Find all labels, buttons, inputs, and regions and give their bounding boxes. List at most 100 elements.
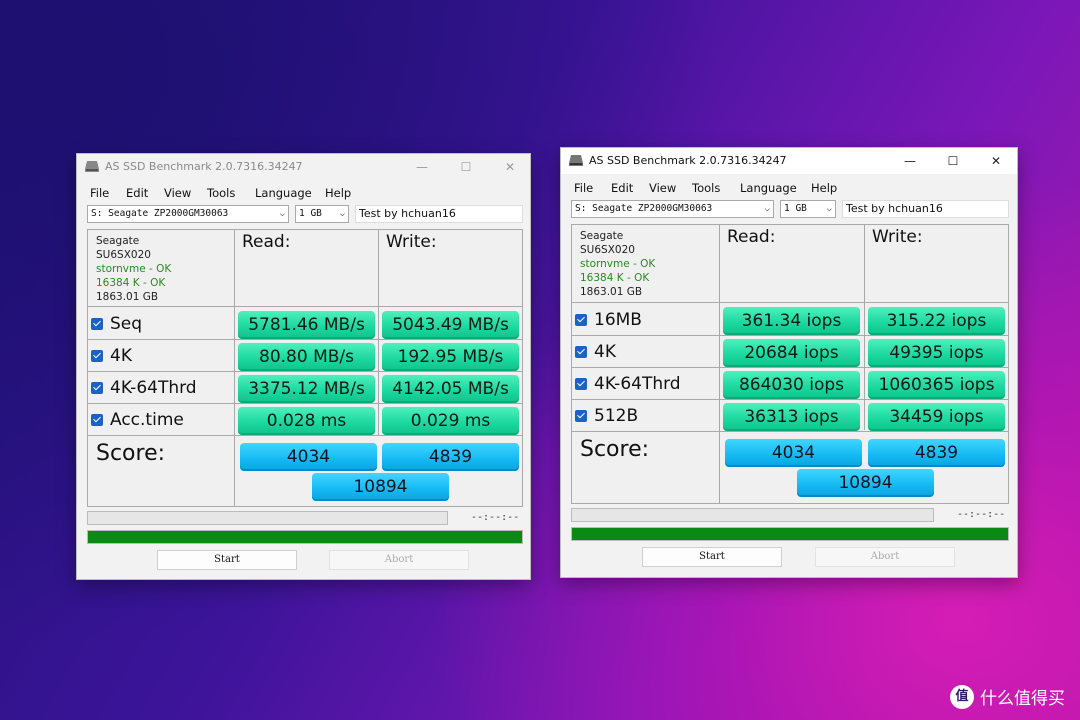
start-button[interactable]: Start: [642, 547, 782, 567]
write-result-4k-64thrd: 4142.05 MB/s: [382, 375, 519, 403]
drive-select[interactable]: S: Seagate ZP2000GM30063 ⌵: [87, 205, 289, 223]
test-name-input[interactable]: Test by hchuan16: [355, 205, 523, 223]
test-label: 4K: [594, 342, 616, 362]
test-label: 512B: [594, 406, 639, 426]
test-checkbox-16mb[interactable]: 16MB: [575, 305, 642, 335]
read-result-4k: 80.80 MB/s: [238, 343, 375, 371]
test-checkbox-acc-time[interactable]: Acc.time: [91, 405, 184, 435]
total-score: 10894: [312, 473, 449, 501]
menu-file[interactable]: File: [90, 186, 109, 200]
drive-icon: [569, 155, 583, 166]
close-button[interactable]: ✕: [985, 152, 1007, 170]
drive-capacity: 1863.01 GB: [580, 286, 643, 298]
menu-language[interactable]: Language: [740, 181, 797, 195]
close-button[interactable]: ✕: [499, 158, 521, 176]
menu-bar: File Edit View Tools Language Help: [561, 178, 1017, 198]
menu-language[interactable]: Language: [255, 186, 312, 200]
test-label: 4K-64Thrd: [594, 374, 681, 394]
test-checkbox-512b[interactable]: 512B: [575, 401, 638, 431]
elapsed-time: --:--:--: [471, 512, 520, 523]
write-result-4k-64thrd: 1060365 iops: [868, 371, 1005, 399]
drive-vendor: Seagate: [96, 235, 140, 247]
menu-tools[interactable]: Tools: [692, 181, 720, 195]
menu-tools[interactable]: Tools: [207, 186, 235, 200]
drive-select[interactable]: S: Seagate ZP2000GM30063 ⌵: [571, 200, 774, 218]
drive-firmware: SU6SX020: [96, 249, 151, 261]
drive-select-value: S: Seagate ZP2000GM30063: [91, 208, 229, 219]
minimize-button[interactable]: —: [899, 152, 921, 170]
checkbox-checked-icon: [91, 350, 103, 362]
driver-status: stornvme - OK: [96, 263, 172, 275]
alignment-status: 16384 K - OK: [96, 277, 166, 289]
write-header: Write:: [386, 232, 437, 252]
overall-progress-bar: [571, 527, 1009, 541]
minimize-button[interactable]: —: [411, 158, 433, 176]
drive-firmware: SU6SX020: [580, 244, 635, 256]
read-result-acc-time: 0.028 ms: [238, 407, 375, 435]
checkbox-checked-icon: [91, 382, 103, 394]
elapsed-time: --:--:--: [957, 509, 1006, 520]
checkbox-checked-icon: [575, 378, 587, 390]
read-header: Read:: [727, 227, 776, 247]
chevron-down-icon: ⌵: [826, 204, 832, 214]
write-result-512b: 34459 iops: [868, 403, 1005, 431]
watermark: 值 什么值得买: [950, 684, 1065, 709]
menu-help[interactable]: Help: [325, 186, 351, 200]
results-panel: Seagate SU6SX020 stornvme - OK 16384 K -…: [87, 229, 523, 507]
driver-status: stornvme - OK: [580, 258, 656, 270]
title-bar[interactable]: AS SSD Benchmark 2.0.7316.34247 — ☐ ✕: [77, 154, 530, 180]
maximize-button[interactable]: ☐: [942, 152, 964, 170]
drive-select-value: S: Seagate ZP2000GM30063: [575, 203, 713, 214]
read-score: 4034: [240, 443, 377, 471]
benchmark-window-mbs: AS SSD Benchmark 2.0.7316.34247 — ☐ ✕ Fi…: [76, 153, 531, 580]
test-label: 4K: [110, 346, 132, 366]
test-progress-bar: [571, 508, 934, 522]
test-label: 4K-64Thrd: [110, 378, 197, 398]
test-progress-bar: [87, 511, 448, 525]
read-result-seq: 5781.46 MB/s: [238, 311, 375, 339]
test-checkbox-4k[interactable]: 4K: [91, 341, 132, 371]
menu-edit[interactable]: Edit: [126, 186, 148, 200]
read-score: 4034: [725, 439, 862, 467]
watermark-text: 什么值得买: [980, 689, 1065, 709]
abort-button[interactable]: Abort: [815, 547, 955, 567]
write-score: 4839: [868, 439, 1005, 467]
chevron-down-icon: ⌵: [764, 204, 770, 214]
test-label: Seq: [110, 314, 143, 334]
read-result-4k: 20684 iops: [723, 339, 860, 367]
write-result-seq: 5043.49 MB/s: [382, 311, 519, 339]
test-checkbox-4k-64thrd[interactable]: 4K-64Thrd: [575, 369, 681, 399]
menu-help[interactable]: Help: [811, 181, 837, 195]
size-select[interactable]: 1 GB ⌵: [295, 205, 349, 223]
test-name-input[interactable]: Test by hchuan16: [842, 200, 1009, 218]
start-button[interactable]: Start: [157, 550, 297, 570]
chevron-down-icon: ⌵: [279, 209, 285, 219]
test-label: 16MB: [594, 310, 642, 330]
size-select[interactable]: 1 GB ⌵: [780, 200, 836, 218]
drive-info: Seagate SU6SX020 stornvme - OK 16384 K -…: [580, 229, 655, 299]
write-result-acc-time: 0.029 ms: [382, 407, 519, 435]
drive-vendor: Seagate: [580, 230, 624, 242]
window-title: AS SSD Benchmark 2.0.7316.34247: [589, 154, 787, 167]
test-checkbox-4k-64thrd[interactable]: 4K-64Thrd: [91, 373, 197, 403]
maximize-button[interactable]: ☐: [455, 158, 477, 176]
test-checkbox-4k[interactable]: 4K: [575, 337, 616, 367]
menu-bar: File Edit View Tools Language Help: [77, 183, 530, 203]
read-result-512b: 36313 iops: [723, 403, 860, 431]
title-bar[interactable]: AS SSD Benchmark 2.0.7316.34247 — ☐ ✕: [561, 148, 1017, 174]
score-label: Score:: [96, 441, 166, 466]
menu-view[interactable]: View: [649, 181, 676, 195]
checkbox-checked-icon: [575, 314, 587, 326]
benchmark-window-iops: AS SSD Benchmark 2.0.7316.34247 — ☐ ✕ Fi…: [560, 147, 1018, 578]
menu-view[interactable]: View: [164, 186, 191, 200]
alignment-status: 16384 K - OK: [580, 272, 650, 284]
test-checkbox-seq[interactable]: Seq: [91, 309, 142, 339]
drive-info: Seagate SU6SX020 stornvme - OK 16384 K -…: [96, 234, 171, 304]
checkbox-checked-icon: [575, 346, 587, 358]
write-header: Write:: [872, 227, 923, 247]
menu-edit[interactable]: Edit: [611, 181, 633, 195]
overall-progress-bar: [87, 530, 523, 544]
abort-button[interactable]: Abort: [329, 550, 469, 570]
brand-logo-icon: 值: [950, 684, 974, 709]
menu-file[interactable]: File: [574, 181, 593, 195]
